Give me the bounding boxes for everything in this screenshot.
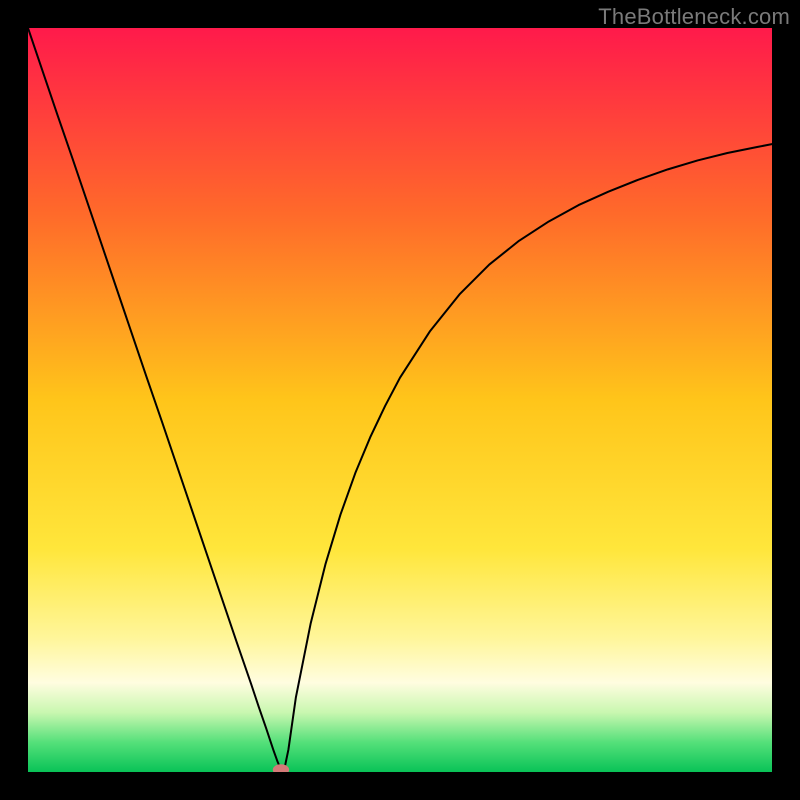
plot-area <box>28 28 772 772</box>
gradient-background <box>28 28 772 772</box>
watermark-text: TheBottleneck.com <box>598 4 790 30</box>
chart-frame: TheBottleneck.com <box>0 0 800 800</box>
plot-svg <box>28 28 772 772</box>
